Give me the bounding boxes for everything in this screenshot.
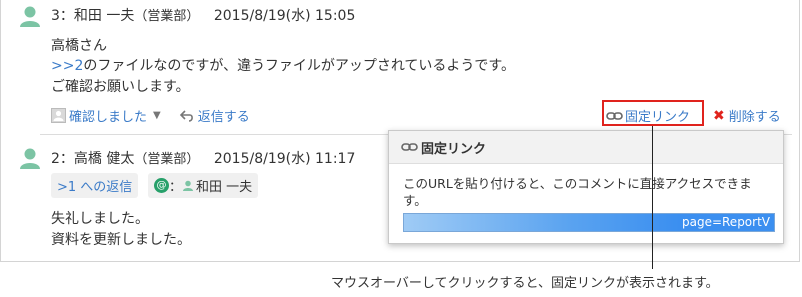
reply-to-tag[interactable]: >1 への返信 xyxy=(51,173,139,198)
callout-line xyxy=(652,126,653,269)
author-dept: （営業部） xyxy=(134,9,200,24)
author-name[interactable]: 和田 一夫 xyxy=(74,8,134,24)
permalink-url-field[interactable]: page=ReportV xyxy=(403,213,775,232)
author-name[interactable]: 高橋 健太 xyxy=(74,151,134,167)
user-icon xyxy=(183,180,194,191)
link-icon xyxy=(401,143,418,151)
caption: マウスオーバーしてクリックすると、固定リンクが表示されます。 xyxy=(331,276,719,291)
comment-date: 2015/8/19(水) 11:17 xyxy=(213,151,356,167)
permalink-url-text: page=ReportV xyxy=(681,215,770,229)
reply-icon xyxy=(179,109,193,122)
popup-description: このURLを貼り付けると、このコメントに直接アクセスできます。 xyxy=(403,176,752,208)
comment-header: 2：高橋 健太（営業部） 2015/8/19(水) 11:17 xyxy=(51,151,356,167)
permalink-popup: 固定リンク このURLを貼り付けると、このコメントに直接アクセスできます。 pa… xyxy=(388,130,784,244)
comment-text: 資料を更新しました。 xyxy=(51,232,191,248)
close-icon: ✖ xyxy=(713,107,725,124)
comment-header: 3：和田 一夫（営業部） 2015/8/19(水) 15:05 xyxy=(51,8,356,24)
popup-header: 固定リンク xyxy=(389,131,783,164)
confirm-button[interactable]: 確認しました ▼ xyxy=(51,106,161,125)
mention-user[interactable]: 和田 一夫 xyxy=(196,176,252,195)
comment-text: 高橋さん xyxy=(51,38,107,54)
reply-button[interactable]: 返信する xyxy=(179,106,250,125)
user-icon xyxy=(51,108,66,123)
comment-text: 失礼しました。 xyxy=(51,211,149,227)
highlight-frame xyxy=(602,100,704,126)
comment-actions: 確認しました ▼ 返信する xyxy=(51,106,250,125)
comment-text: ご確認お願いします。 xyxy=(51,79,190,95)
user-avatar-icon[interactable] xyxy=(18,146,42,170)
user-avatar-icon[interactable] xyxy=(18,4,42,28)
delete-button[interactable]: ✖ 削除する xyxy=(713,106,781,126)
at-mention-icon: @ xyxy=(154,178,169,193)
anchor-reference-link[interactable]: >>2 xyxy=(51,58,83,74)
popup-title: 固定リンク xyxy=(421,141,487,157)
mention-tag: @ ： 和田 一夫 xyxy=(148,173,259,198)
chevron-down-icon[interactable]: ▼ xyxy=(153,110,161,121)
author-dept: （営業部） xyxy=(134,152,200,167)
comment-text: >>2のファイルなのですが、違うファイルがアップされているようです。 xyxy=(51,58,515,74)
comment-number: 3 xyxy=(51,8,60,24)
comment-number: 2 xyxy=(51,151,60,167)
comment-date: 2015/8/19(水) 15:05 xyxy=(213,8,356,24)
